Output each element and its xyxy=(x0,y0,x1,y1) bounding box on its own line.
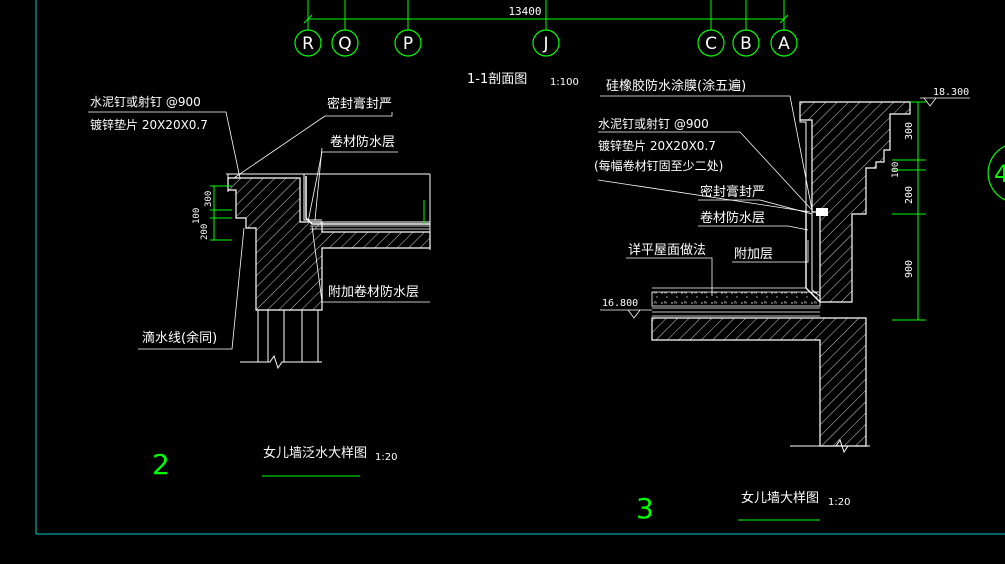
detail-3-roof-note: 详平屋面做法 xyxy=(628,243,706,258)
detail-2-sealant-note: 密封膏封严 xyxy=(327,96,392,112)
detail-3-dim-200: 200 xyxy=(904,186,915,204)
detail-3-dim-900: 900 xyxy=(904,260,915,278)
detail-3-slab-hatch xyxy=(651,317,867,447)
detail-2-drip-note: 滴水线(余同) xyxy=(142,330,217,346)
section-title-scale: 1:100 xyxy=(550,77,579,88)
axis-label-q: Q xyxy=(338,34,351,54)
detail-2-dim-300: 300 xyxy=(204,191,214,207)
detail-3-side-marker: 4 xyxy=(994,160,1005,188)
section-title: 1-1剖面图 1:100 xyxy=(467,72,579,88)
detail-3-nail-note-1: 水泥钉或射钉 @900 xyxy=(598,116,709,131)
detail-3-elevation-top: 18.300 xyxy=(933,87,969,98)
axis-label-j: J xyxy=(542,34,548,54)
detail-2-nail-note-1: 水泥钉或射钉 @900 xyxy=(90,94,201,109)
axis-label-a: A xyxy=(778,34,790,54)
detail-3-number: 3 xyxy=(636,492,654,525)
axis-label-r: R xyxy=(302,34,314,54)
detail-3-scale: 1:20 xyxy=(828,497,850,508)
detail-3-title: 女儿墙大样图 xyxy=(741,490,819,506)
detail-3-extra-note: 附加层 xyxy=(734,247,773,262)
axis-label-b: B xyxy=(740,34,752,54)
detail-3-nail-note-3: (每幅卷材钉固至少二处) xyxy=(594,158,723,173)
axis-label-c: C xyxy=(705,34,717,54)
detail-2-drawing: 300 100 200 水泥钉或射钉 @900 镀锌垫片 20X20X0.7 密… xyxy=(88,94,431,481)
detail-3-elevation-roof: 16.800 xyxy=(602,298,638,309)
detail-3-sealant-note: 密封膏封严 xyxy=(700,184,765,200)
detail-3-nail-note-2: 镀锌垫片 20X20X0.7 xyxy=(598,138,716,153)
total-dimension-text: 13400 xyxy=(508,5,541,18)
top-axis-dimension: 13400 xyxy=(303,0,789,30)
detail-2-dim-100: 100 xyxy=(192,208,202,224)
detail-3-dim-300: 300 xyxy=(904,122,915,140)
detail-2-membrane-note: 卷材防水层 xyxy=(330,134,395,150)
axis-label-p: P xyxy=(403,34,413,54)
detail-2-extra-membrane-note: 附加卷材防水层 xyxy=(328,284,419,300)
detail-2-nail-note-2: 镀锌垫片 20X20X0.7 xyxy=(90,117,208,132)
section-title-name: 1-1剖面图 xyxy=(467,72,527,87)
detail-2-title: 女儿墙泛水大样图 xyxy=(263,445,367,461)
cad-drawing-canvas: 13400 R Q P J C B A 1-1剖面图 1:100 300 100 200 水… xyxy=(35,0,1005,535)
detail-3-roof-layers xyxy=(651,291,821,307)
axis-circles: RQPJCBA xyxy=(294,29,798,57)
detail-2-number: 2 xyxy=(152,448,170,481)
detail-3-dim-100: 100 xyxy=(891,162,901,178)
detail-2-dim-200: 200 xyxy=(200,224,210,240)
detail-3-parapet-hatch xyxy=(799,101,911,303)
detail-3-membrane-note: 卷材防水层 xyxy=(700,210,765,226)
detail-2-scale: 1:20 xyxy=(375,452,397,463)
detail-3-coating-note: 硅橡胶防水涂膜(涂五遍) xyxy=(606,78,746,94)
detail-3-drawing: 300 100 200 900 18.300 16.800 4 硅橡胶防水涂膜(… xyxy=(594,78,1005,525)
